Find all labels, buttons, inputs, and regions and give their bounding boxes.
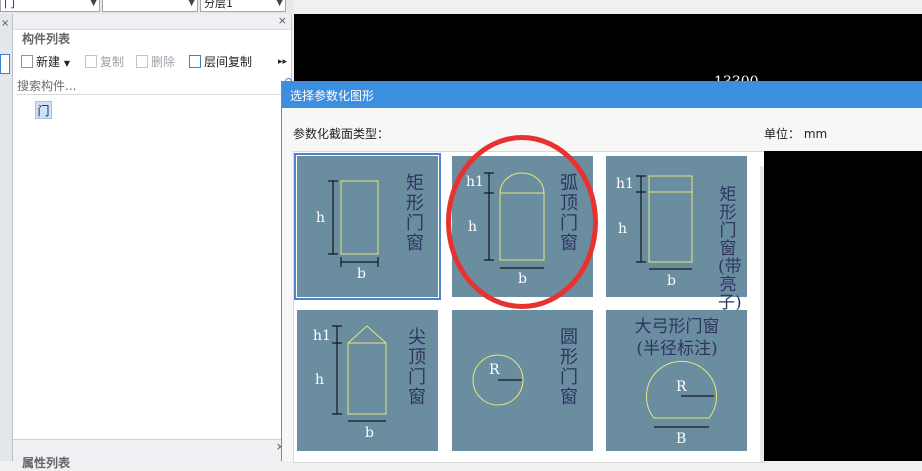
- copy-button-label: 复制: [100, 55, 125, 69]
- shape-name: 矩形门窗(带亮子): [718, 185, 742, 313]
- dim-label-b: B: [676, 431, 686, 447]
- canvas-header: [294, 0, 922, 14]
- copy-button[interactable]: 复制: [85, 54, 124, 70]
- select-parametric-shape-dialog: 选择参数化图形 参数化截面类型： 单位： mm h b 矩形门窗 h1 h b …: [281, 81, 922, 463]
- section-type-label: 参数化截面类型：: [293, 127, 390, 141]
- shape-tile-large-arc[interactable]: R B 大弓形门窗 (半径标注): [606, 310, 747, 451]
- component-type-value: 门: [4, 0, 15, 10]
- new-button[interactable]: 新建 ▼: [21, 54, 70, 72]
- side-dock-strip: ×: [0, 14, 13, 461]
- component-subtype-select[interactable]: ▼: [102, 0, 198, 12]
- property-panel-header: × 属性列表: [13, 439, 291, 470]
- delete-button[interactable]: 删除: [136, 54, 175, 70]
- floor-copy-button[interactable]: 层间复制: [189, 54, 252, 70]
- copy-icon: [85, 55, 97, 68]
- chevron-down-icon: ▼: [276, 0, 283, 8]
- close-icon[interactable]: ×: [278, 14, 287, 27]
- tree-item-door[interactable]: 门: [35, 101, 52, 119]
- component-type-toolbar: 门 ▼ ▼ 分层1 ▼: [0, 0, 294, 14]
- dim-label-h: h: [618, 221, 627, 237]
- close-icon[interactable]: ×: [1, 18, 9, 29]
- dim-label-b: b: [667, 273, 676, 289]
- dim-label-b: b: [365, 425, 374, 441]
- dim-label-h1: h1: [313, 328, 331, 344]
- panel-titlebar: ×: [13, 14, 291, 30]
- shape-name: 尖顶门窗: [408, 327, 426, 408]
- component-type-select[interactable]: 门 ▼: [0, 0, 100, 12]
- dim-label-b: b: [357, 266, 366, 282]
- dim-label-r: R: [676, 379, 687, 395]
- chevron-down-icon: ▼: [188, 0, 195, 8]
- unit-label: 单位： mm: [764, 127, 828, 141]
- new-file-icon: [21, 55, 33, 68]
- dim-label-h: h: [316, 210, 325, 226]
- dim-label-r: R: [489, 362, 500, 378]
- layer-value: 分层1: [204, 0, 233, 10]
- shape-tile-pointed[interactable]: h1 h b 尖顶门窗: [297, 310, 438, 451]
- more-arrow-icon[interactable]: ▸▸: [278, 54, 287, 70]
- new-button-label: 新建: [36, 55, 61, 69]
- search-field[interactable]: 搜索构件...: [16, 76, 292, 95]
- dim-label-h: h: [315, 372, 324, 388]
- highlight-annotation-circle: [446, 135, 598, 309]
- floor-copy-icon: [189, 55, 201, 68]
- dock-tab-icon[interactable]: [0, 54, 10, 74]
- dim-label-h1: h1: [616, 176, 634, 192]
- property-panel-title: 属性列表: [22, 456, 71, 470]
- delete-icon: [136, 55, 148, 68]
- shape-name-line2: (半径标注): [636, 339, 718, 359]
- shape-tile-rectangular[interactable]: h b 矩形门窗: [294, 153, 441, 300]
- shape-tile-circular[interactable]: R 圆形门窗: [452, 310, 593, 451]
- search-placeholder: 搜索构件...: [17, 79, 77, 93]
- shape-name: 圆形门窗: [560, 327, 578, 408]
- dialog-title: 选择参数化图形: [290, 89, 375, 103]
- shape-name-line1: 大弓形门窗: [634, 317, 720, 337]
- delete-button-label: 删除: [151, 55, 176, 69]
- floor-copy-button-label: 层间复制: [204, 55, 253, 69]
- panel-title: 构件列表: [22, 32, 71, 46]
- dialog-titlebar: 选择参数化图形: [282, 81, 922, 108]
- shape-tile-rectangular-transom[interactable]: h1 h b 矩形门窗(带亮子): [606, 156, 747, 312]
- shape-preview-area: [764, 151, 922, 461]
- chevron-down-icon[interactable]: ▼: [64, 59, 70, 68]
- component-list-panel: × 构件列表 新建 ▼ 复制 删除 层间复制 ▸▸ 搜索构件... 门 × 属性…: [13, 14, 292, 470]
- shape-name: 矩形门窗: [406, 173, 424, 254]
- chevron-down-icon: ▼: [90, 0, 97, 8]
- layer-select[interactable]: 分层1 ▼: [200, 0, 286, 12]
- panel-toolbar: 新建 ▼ 复制 删除 层间复制 ▸▸: [13, 51, 291, 73]
